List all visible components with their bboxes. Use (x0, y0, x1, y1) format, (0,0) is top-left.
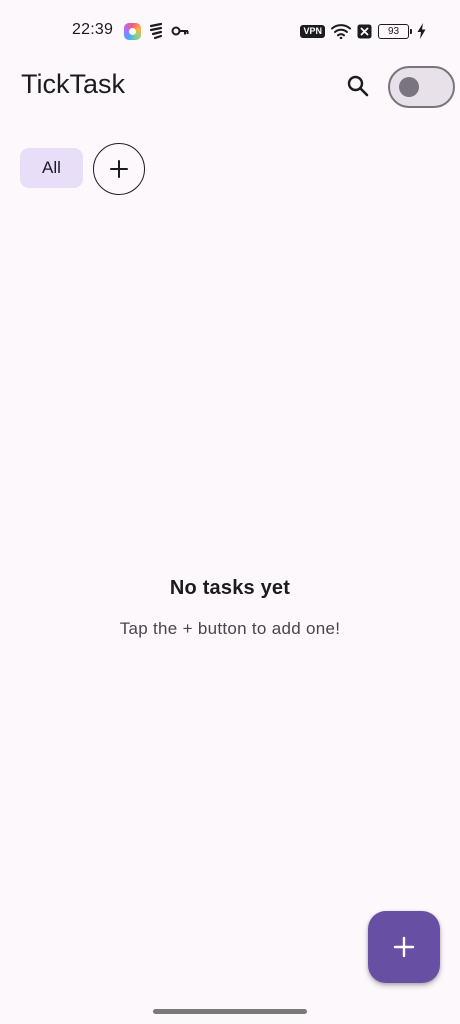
search-button[interactable] (336, 64, 380, 108)
battery-icon: 93 (378, 23, 412, 39)
gesture-navigation-bar[interactable] (153, 1009, 307, 1014)
theme-toggle-switch[interactable] (388, 66, 455, 108)
app-icon (124, 22, 141, 40)
category-chip-all[interactable]: All (20, 148, 83, 188)
chip-label: All (42, 158, 61, 177)
vpn-badge: VPN (300, 24, 325, 38)
app-title: TickTask (21, 69, 126, 99)
no-sim-icon (357, 24, 372, 38)
plus-icon (393, 936, 415, 958)
screen: 22:39 VPN 93 TickTask All No tasks yet T… (0, 0, 460, 1024)
status-left-icons (124, 21, 189, 41)
plus-icon (110, 160, 128, 178)
search-icon (347, 75, 369, 97)
key-icon (171, 26, 189, 36)
status-right-icons: VPN 93 (300, 20, 426, 42)
add-category-button[interactable] (93, 143, 145, 195)
add-task-fab[interactable] (368, 911, 440, 983)
signal-icon (149, 22, 163, 40)
switch-thumb (399, 77, 419, 97)
empty-state-title: No tasks yet (169, 577, 291, 599)
empty-state-subtitle: Tap the + button to add one! (119, 619, 341, 638)
status-bar: 22:39 VPN 93 (0, 0, 460, 62)
wifi-icon (331, 24, 351, 39)
charging-icon (417, 23, 426, 39)
battery-level: 93 (387, 25, 400, 37)
status-time: 22:39 (72, 21, 114, 38)
